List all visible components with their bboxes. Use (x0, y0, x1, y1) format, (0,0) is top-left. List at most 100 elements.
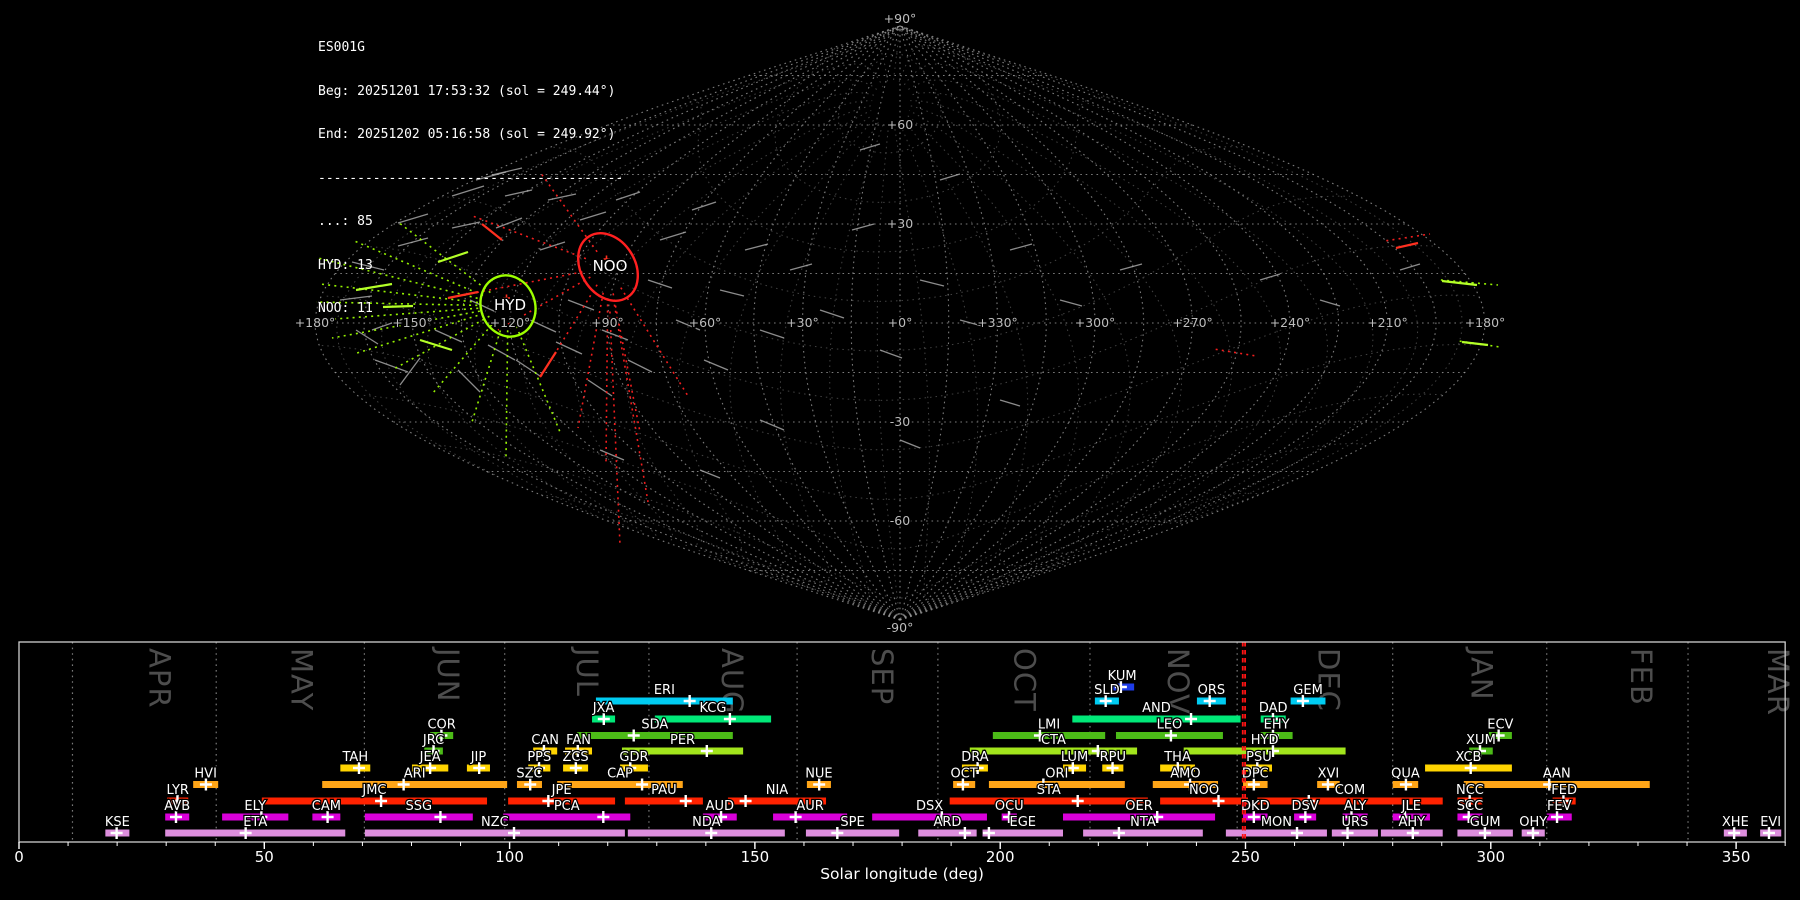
svg-text:DSX: DSX (916, 799, 943, 814)
svg-text:PAU: PAU (651, 783, 676, 798)
svg-text:XCB: XCB (1455, 750, 1481, 765)
svg-text:LEO: LEO (1157, 718, 1183, 733)
svg-text:DAD: DAD (1259, 701, 1288, 716)
svg-text:CTA: CTA (1041, 733, 1066, 748)
svg-text:GUM: GUM (1470, 815, 1501, 830)
svg-text:JIP: JIP (470, 750, 487, 765)
count-sporadic: ...: 85 (318, 214, 373, 229)
svg-text:PCA: PCA (554, 799, 580, 814)
svg-text:NCC: NCC (1456, 783, 1484, 798)
svg-text:DSV: DSV (1292, 799, 1319, 814)
svg-text:RPU: RPU (1100, 750, 1126, 765)
observation-info-panel: ES001G Beg: 20251201 17:53:32 (sol = 249… (318, 12, 623, 346)
svg-text:-60: -60 (890, 513, 910, 528)
svg-text:-90°: -90° (887, 620, 914, 635)
svg-text:SLD: SLD (1094, 683, 1120, 698)
divider: --------------------------------------- (318, 170, 624, 186)
svg-text:AAN: AAN (1543, 767, 1571, 782)
svg-text:EVI: EVI (1760, 815, 1781, 830)
svg-text:350: 350 (1722, 848, 1751, 866)
svg-text:+300°: +300° (1075, 315, 1116, 330)
svg-text:KSE: KSE (105, 815, 130, 830)
svg-text:AUD: AUD (706, 799, 734, 814)
svg-text:+60: +60 (887, 117, 913, 132)
svg-text:OCT: OCT (951, 767, 978, 782)
shower-bar-noo (1160, 797, 1248, 805)
svg-text:PPS: PPS (527, 750, 551, 765)
svg-text:NZC: NZC (481, 815, 509, 830)
svg-text:OCU: OCU (995, 799, 1024, 814)
shower-bar-ari (322, 781, 508, 788)
svg-text:APR: APR (142, 648, 176, 708)
svg-text:DRA: DRA (961, 750, 989, 765)
shower-bar-aur (773, 813, 848, 821)
svg-text:JMC: JMC (361, 783, 386, 798)
timeline-frame (18, 641, 1786, 843)
svg-text:COR: COR (427, 718, 455, 733)
observation-begin: Beg: 20251201 17:53:32 (sol = 249.44°) (318, 83, 616, 99)
timeline: APR MAY JUN JUL AUG SEP OCT NOV DEC JAN FEB MARKUME… (14, 641, 1795, 883)
svg-text:LUM: LUM (1061, 750, 1088, 765)
shower-bar-nta (1083, 829, 1203, 837)
shower-bar-sta (949, 797, 1148, 805)
svg-text:CAM: CAM (312, 799, 341, 814)
svg-text:NOO: NOO (1189, 783, 1219, 798)
svg-text:100: 100 (495, 848, 524, 866)
shower-bar-eta (165, 829, 346, 837)
svg-text:NUE: NUE (805, 767, 832, 782)
svg-text:HVI: HVI (194, 767, 217, 782)
count-hyd: HYD: 13 (318, 257, 373, 273)
svg-text:LYR: LYR (166, 783, 189, 798)
svg-text:NDA: NDA (692, 815, 721, 830)
svg-text:QUA: QUA (1391, 767, 1420, 782)
svg-text:+270°: +270° (1172, 315, 1213, 330)
svg-text:SCC: SCC (1457, 799, 1483, 814)
svg-text:SZC: SZC (516, 767, 542, 782)
svg-text:ELY: ELY (244, 799, 266, 814)
radiant-map-and-timeline-canvas: +180° +150° +120° +90° +60° +30° +0° +330° +300°… (14, 10, 1795, 884)
svg-text:MAR: MAR (1761, 648, 1795, 716)
svg-text:OER: OER (1125, 799, 1152, 814)
svg-text:ZCS: ZCS (562, 750, 588, 765)
month-labels: APR MAY JUN JUL AUG SEP OCT NOV DEC JAN FEB MAR (142, 646, 1794, 716)
svg-text:EGE: EGE (1010, 815, 1037, 830)
svg-text:NIA: NIA (766, 783, 789, 798)
svg-text:SSG: SSG (406, 799, 433, 814)
svg-text:ALY: ALY (1344, 799, 1366, 814)
svg-text:KCG: KCG (699, 701, 726, 716)
svg-text:XHE: XHE (1722, 815, 1749, 830)
svg-text:JAN: JAN (1465, 646, 1499, 701)
svg-text:AMO: AMO (1170, 767, 1200, 782)
svg-text:JUL: JUL (570, 646, 604, 697)
svg-text:AHY: AHY (1399, 815, 1426, 830)
svg-text:SDA: SDA (641, 718, 668, 733)
svg-text:AND: AND (1142, 701, 1171, 716)
svg-text:FAN: FAN (566, 733, 591, 748)
svg-text:ECV: ECV (1487, 718, 1513, 733)
svg-text:-30: -30 (890, 414, 910, 429)
shower-bar-pca (503, 813, 631, 821)
svg-text:ARI: ARI (404, 767, 426, 782)
station-id: ES001G (318, 40, 365, 55)
svg-text:CAN: CAN (531, 733, 559, 748)
svg-text:250: 250 (1231, 848, 1260, 866)
svg-text:ORS: ORS (1198, 683, 1226, 698)
svg-text:PSU: PSU (1246, 750, 1272, 765)
shower-bar-spe (805, 829, 900, 837)
shower-labels: KUM ERI SLD ORS GEM JXA KCG AND DAD COR SDA LMI LEO E… (104, 668, 1783, 832)
svg-text:GDR: GDR (619, 750, 648, 765)
svg-text:JRC: JRC (422, 733, 444, 748)
svg-text:OCT: OCT (1007, 648, 1041, 712)
svg-text:MAY: MAY (285, 648, 319, 711)
svg-text:+330°: +330° (977, 315, 1018, 330)
svg-text:PER: PER (670, 733, 695, 748)
svg-text:JLE: JLE (1401, 799, 1421, 814)
svg-text:GEM: GEM (1293, 683, 1323, 698)
svg-text:STA: STA (1037, 783, 1061, 798)
svg-text:THA: THA (1163, 750, 1191, 765)
svg-text:JXA: JXA (592, 701, 615, 716)
svg-text:FED: FED (1551, 783, 1577, 798)
svg-text:AUR: AUR (796, 799, 823, 814)
svg-text:200: 200 (986, 848, 1015, 866)
svg-text:ERI: ERI (654, 683, 675, 698)
